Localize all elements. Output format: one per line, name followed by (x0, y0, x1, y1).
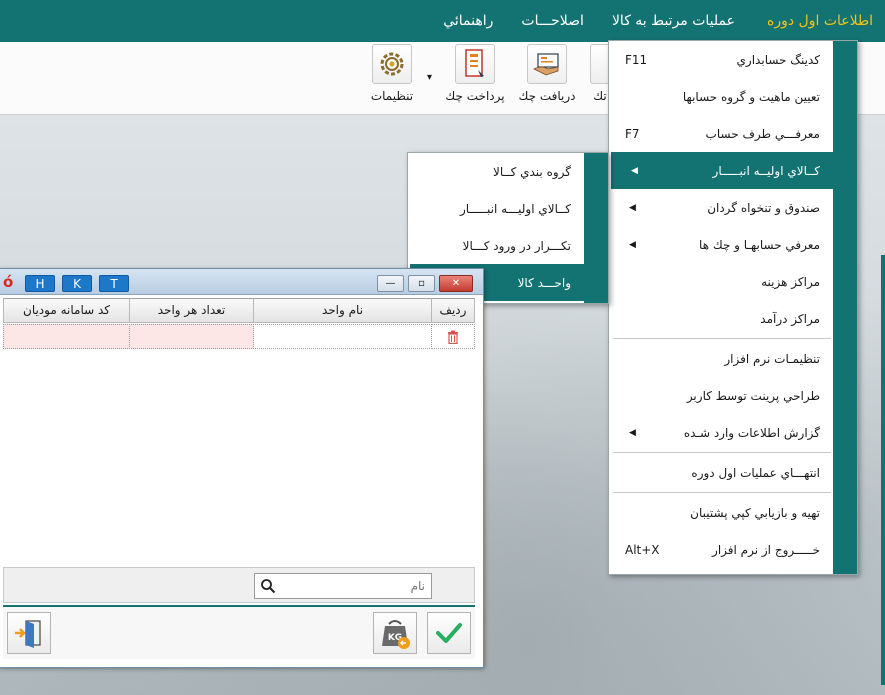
receive-check-button[interactable]: دريافت چك (514, 44, 580, 112)
submenu-arrow-icon: ◀ (629, 239, 636, 250)
submenu-arrow-icon: ◀ (629, 202, 636, 213)
menu-item-label: انتهـــاي عمليات اول دوره (691, 465, 820, 480)
search-input[interactable] (254, 573, 432, 599)
kg-unit-button[interactable]: KG (373, 612, 417, 654)
goods-unit-window: ó H K T — ▫ ✕ رديف نام واحد تعداد هر واح… (0, 268, 484, 668)
menu-item-label: صندوق و تنخواه گردان (707, 200, 820, 215)
menu-item-accounts-checks[interactable]: معرفي حسابهـا و چك ها ◀ (609, 226, 857, 263)
submenu-item-label: كــالاي اوليـــه انبـــــار (460, 201, 571, 216)
col-row-number[interactable]: رديف (431, 298, 475, 323)
maximize-button[interactable]: ▫ (408, 275, 435, 292)
menu-help[interactable]: راهنمائي (431, 0, 505, 42)
exit-button[interactable] (7, 612, 51, 654)
main-menubar: اطلاعات اول دوره عمليات مرتبط به كالا اص… (0, 0, 885, 42)
menu-item-label: تعيين ماهيت و گروه حسابها (682, 89, 820, 104)
minimize-button[interactable]: — (377, 275, 404, 292)
partial-toolbar-button[interactable]: تك (590, 44, 610, 112)
settings-button[interactable]: تنظيمات (367, 44, 417, 112)
submenu-item-goods-grouping[interactable]: گروه بندي كــالا (408, 153, 608, 190)
pay-check-label: پرداخت چك (445, 89, 505, 103)
menu-item-shortcut: Alt+X (625, 542, 660, 557)
grid-header: رديف نام واحد تعداد هر واحد كد سامانه مو… (3, 298, 475, 323)
menu-item-label: تهيه و بازيابي كپي پشتيبان (690, 505, 820, 520)
partial-icon (590, 44, 610, 84)
right-edge-bar (881, 255, 885, 685)
trash-icon[interactable] (447, 330, 459, 344)
badge-t[interactable]: T (99, 275, 129, 292)
menu-item-label: طراحي پرينت توسط كاربر (686, 388, 820, 403)
receive-check-label: دريافت چك (518, 89, 576, 103)
submenu-arrow-icon: ◀ (629, 427, 636, 438)
submenu-item-label: واحـــد كالا (517, 275, 571, 290)
menu-item-cost-centers[interactable]: مراكز هزينه (609, 263, 857, 300)
menu-item-exit[interactable]: خـــــروج از نرم افزار Alt+X (609, 531, 857, 568)
pay-check-button[interactable]: پرداخت چك (442, 44, 508, 112)
submenu-item-duplicate-entry[interactable]: تكـــرار در ورود كـــالا (408, 227, 608, 264)
menu-item-cash-fund[interactable]: صندوق و تنخواه گردان ◀ (609, 189, 857, 226)
count-per-unit-cell[interactable] (129, 324, 254, 349)
taxpayer-code-cell[interactable] (3, 324, 130, 349)
submenu-item-label: گروه بندي كــالا (493, 164, 571, 179)
search-icon[interactable] (260, 578, 276, 594)
menu-corrections[interactable]: اصلاحـــات (509, 0, 596, 42)
menu-item-end-initial-ops[interactable]: انتهـــاي عمليات اول دوره (609, 454, 857, 491)
badge-h[interactable]: H (25, 275, 55, 292)
badge-k[interactable]: K (62, 275, 92, 292)
submenu-item-label: تكـــرار در ورود كـــالا (462, 238, 571, 253)
toolbar-dropdown-arrow[interactable]: ▾ (427, 72, 432, 83)
menu-item-label: كدينگ حسابداري (736, 52, 820, 67)
units-grid: رديف نام واحد تعداد هر واحد كد سامانه مو… (3, 298, 475, 349)
menu-item-shortcut: F11 (625, 52, 648, 67)
gear-icon (372, 44, 412, 84)
close-button[interactable]: ✕ (439, 275, 473, 292)
menu-item-label: معرفـــي طرف حساب (705, 126, 820, 141)
initial-info-menu: كدينگ حسابداري F11 تعيين ماهيت و گروه حس… (608, 40, 858, 575)
search-bar-area (3, 567, 475, 603)
col-taxpayer-code[interactable]: كد سامانه موديان (3, 298, 130, 323)
menu-item-revenue-centers[interactable]: مراكز درآمد (609, 300, 857, 337)
table-row (3, 323, 475, 349)
menu-item-label: معرفي حسابهـا و چك ها (699, 237, 820, 252)
menu-separator (613, 452, 831, 453)
menu-item-label: گزارش اطلاعات وارد شـده (683, 425, 820, 440)
menu-item-label: كــالاي اوليــه انبـــــار (712, 163, 820, 178)
confirm-button[interactable] (427, 612, 471, 654)
submenu-arrow-icon: ◀ (631, 165, 638, 176)
menu-item-software-settings[interactable]: تنظيمـات نرم افزار (609, 340, 857, 377)
menu-item-label: مراكز درآمد (760, 311, 820, 326)
menu-item-account-groups[interactable]: تعيين ماهيت و گروه حسابها (609, 78, 857, 115)
unit-name-cell[interactable] (253, 324, 432, 349)
menu-item-label: خـــــروج از نرم افزار (712, 542, 820, 557)
window-action-bar: KG (3, 605, 475, 659)
menu-item-entered-info-report[interactable]: گزارش اطلاعات وارد شـده ◀ (609, 414, 857, 451)
menu-item-label: تنظيمـات نرم افزار (724, 351, 820, 366)
menu-item-initial-stock[interactable]: كــالاي اوليــه انبـــــار ◀ (611, 152, 857, 189)
exit-door-icon (15, 620, 41, 648)
payment-check-icon (455, 44, 495, 84)
kg-weight-icon: KG (382, 620, 410, 649)
menu-item-backup[interactable]: تهيه و بازيابي كپي پشتيبان (609, 494, 857, 531)
menu-item-shortcut: F7 (625, 126, 640, 141)
receive-check-icon (527, 44, 567, 84)
menu-initial-info[interactable]: اطلاعات اول دوره (755, 0, 885, 42)
menu-separator (613, 338, 831, 339)
menu-item-accounting-coding[interactable]: كدينگ حسابداري F11 (609, 41, 857, 78)
menu-item-label: مراكز هزينه (761, 274, 820, 289)
col-count-per-unit[interactable]: تعداد هر واحد (129, 298, 254, 323)
menu-separator (613, 492, 831, 493)
window-titlebar[interactable]: ó H K T — ▫ ✕ (0, 269, 483, 295)
menu-item-counterparty[interactable]: معرفـــي طرف حساب F7 (609, 115, 857, 152)
col-unit-name[interactable]: نام واحد (253, 298, 432, 323)
row-delete-cell[interactable] (431, 324, 475, 349)
settings-label: تنظيمات (370, 89, 414, 103)
menu-goods-operations[interactable]: عمليات مرتبط به كالا (600, 0, 747, 42)
partial-button-label: تك (593, 89, 607, 103)
check-icon (436, 623, 462, 643)
submenu-item-initial-stock[interactable]: كــالاي اوليـــه انبـــــار (408, 190, 608, 227)
menu-item-print-design[interactable]: طراحي پرينت توسط كاربر (609, 377, 857, 414)
app-logo-icon: ó (3, 273, 14, 291)
